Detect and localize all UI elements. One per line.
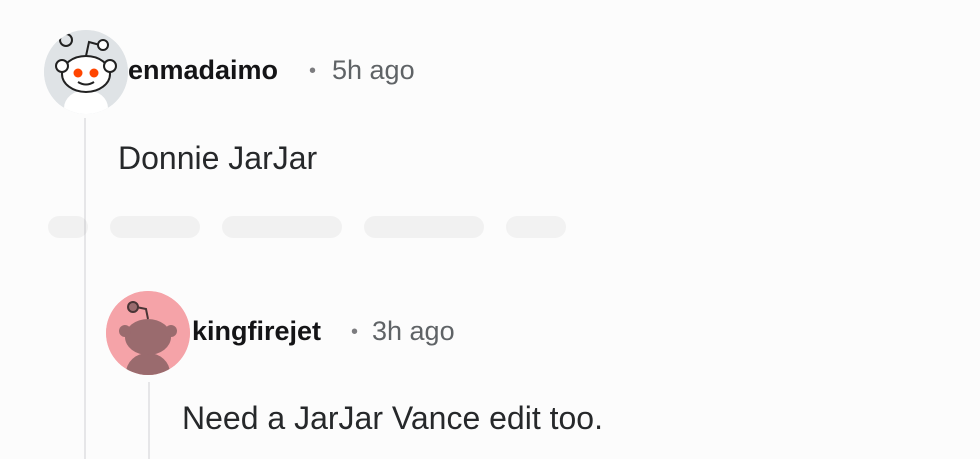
comment-timestamp[interactable]: 5h ago — [332, 55, 415, 86]
comment-body: Donnie JarJar — [118, 140, 318, 176]
comment-username[interactable]: enmadaimo — [128, 55, 278, 86]
separator-dot: • — [351, 321, 359, 343]
avatar[interactable] — [44, 30, 128, 114]
snoo-avatar-icon — [44, 30, 128, 114]
comment-body: Need a JarJar Vance edit too. — [182, 400, 603, 436]
separator-dot: • — [309, 60, 317, 82]
thread-line-main[interactable] — [84, 118, 86, 459]
snoo-avatar-icon — [106, 291, 190, 375]
thread-line-reply[interactable] — [148, 382, 150, 459]
comment-timestamp[interactable]: 3h ago — [372, 316, 455, 347]
avatar[interactable] — [106, 291, 190, 375]
comment-actions-row — [48, 216, 668, 256]
comment-username[interactable]: kingfirejet — [192, 316, 321, 347]
